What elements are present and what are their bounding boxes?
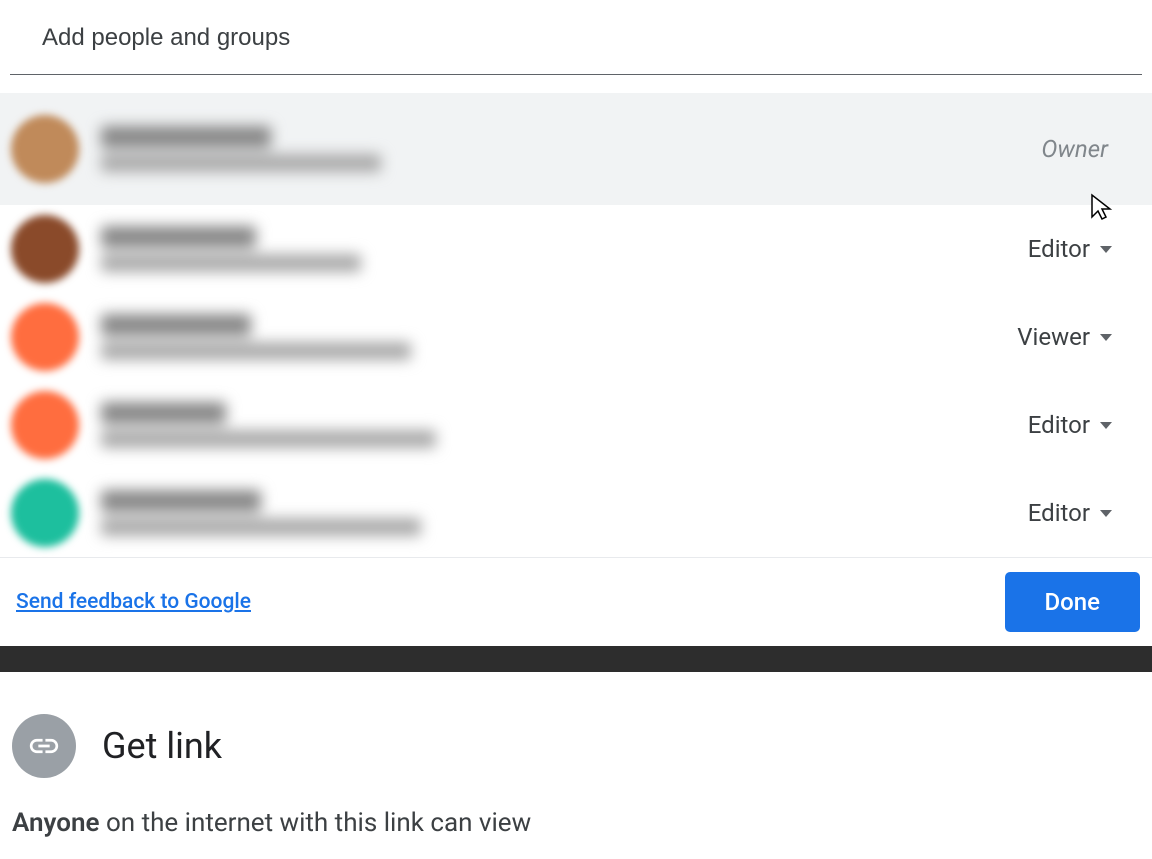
done-button[interactable]: Done — [1005, 572, 1141, 632]
role-selector[interactable]: Editor — [1024, 229, 1116, 269]
owner-label: Owner — [1041, 135, 1108, 163]
person-email — [101, 518, 421, 536]
chevron-down-icon — [1100, 422, 1112, 429]
feedback-link[interactable]: Send feedback to Google — [16, 590, 251, 614]
role-selector[interactable]: Editor — [1024, 493, 1116, 533]
share-dialog: Owner Editor Viewer Editor Editor Send feedb… — [0, 0, 1152, 646]
person-email — [101, 430, 436, 448]
person-email — [101, 154, 381, 172]
avatar — [11, 115, 79, 183]
person-info — [101, 226, 1024, 272]
input-wrapper — [0, 0, 1152, 75]
role-label: Editor — [1028, 235, 1090, 263]
dialog-footer: Send feedback to Google Done — [0, 557, 1152, 646]
add-people-input[interactable] — [10, 10, 1142, 75]
role-label: Viewer — [1017, 323, 1090, 351]
avatar — [11, 391, 79, 459]
person-row: Editor — [0, 381, 1152, 469]
person-info — [101, 314, 1013, 360]
link-desc-bold: Anyone — [12, 808, 100, 838]
avatar — [11, 303, 79, 371]
person-name — [101, 126, 271, 148]
person-name — [101, 226, 256, 248]
avatar — [11, 479, 79, 547]
role-label: Editor — [1028, 499, 1090, 527]
person-row: Editor — [0, 469, 1152, 557]
link-description: Anyone on the internet with this link ca… — [12, 778, 1140, 838]
role-selector[interactable]: Editor — [1024, 405, 1116, 445]
person-name — [101, 490, 261, 512]
get-link-title: Get link — [102, 725, 222, 767]
chevron-down-icon — [1100, 246, 1112, 253]
get-link-header: Get link — [12, 714, 1140, 778]
person-row: Owner — [0, 93, 1152, 205]
role-label: Editor — [1028, 411, 1090, 439]
chevron-down-icon — [1100, 510, 1112, 517]
person-info — [101, 126, 1041, 172]
role-selector[interactable]: Viewer — [1013, 317, 1116, 357]
person-email — [101, 254, 361, 272]
person-name — [101, 314, 251, 336]
person-row: Editor — [0, 205, 1152, 293]
people-list: Owner Editor Viewer Editor Editor — [0, 75, 1152, 557]
avatar — [11, 215, 79, 283]
get-link-section: Get link Anyone on the internet with thi… — [0, 672, 1152, 848]
chevron-down-icon — [1100, 334, 1112, 341]
person-email — [101, 342, 411, 360]
person-row: Viewer — [0, 293, 1152, 381]
person-info — [101, 402, 1024, 448]
link-desc-rest: on the internet with this link can view — [100, 808, 532, 838]
person-info — [101, 490, 1024, 536]
link-icon — [12, 714, 76, 778]
person-name — [101, 402, 226, 424]
separator-bar — [0, 646, 1152, 672]
